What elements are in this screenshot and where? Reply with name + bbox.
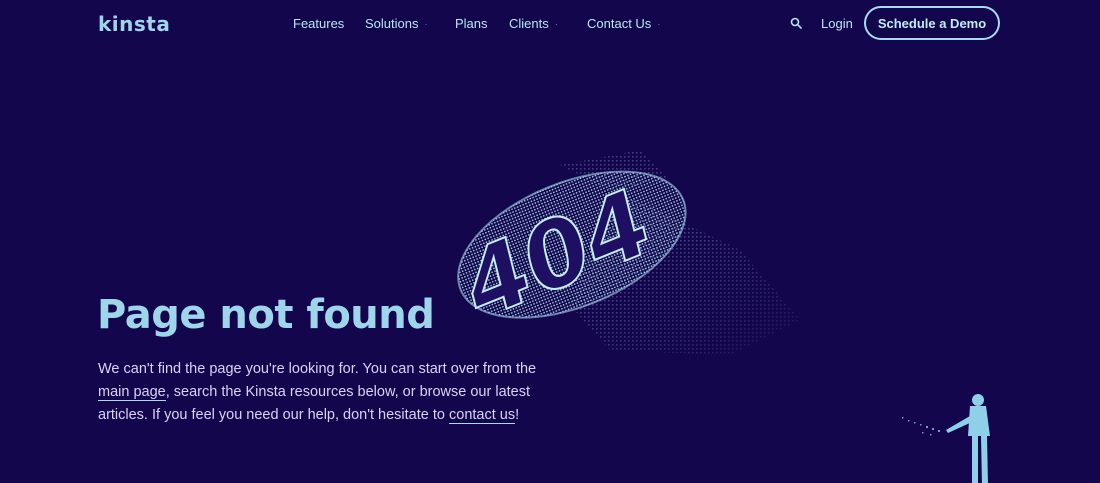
page: kinsta Features Solutions · Plans Clients… [0,0,1100,483]
schedule-demo-button[interactable]: Schedule a Demo [864,6,1000,40]
nav-item-features[interactable]: Features [293,16,344,31]
contact-us-link[interactable]: contact us [449,407,516,424]
nav-item-label: Features [293,16,345,31]
page-title: Page not found [97,292,435,338]
nav-item-label: Plans [455,16,488,31]
nav-item-clients[interactable]: Clients · [509,16,558,31]
nav-item-plans[interactable]: Plans [455,16,488,31]
404-illustration: 404 [453,150,800,355]
description-text: We can't find the page you're looking fo… [98,361,537,377]
search-icon[interactable] [790,17,802,29]
login-link[interactable]: Login [821,16,853,31]
nav-item-solutions[interactable]: Solutions · [365,16,427,31]
chevron-down-icon: · [657,19,661,29]
nav-item-label: Solutions [365,16,419,31]
chevron-down-icon: · [424,19,428,29]
person-with-flashlight-illustration [902,394,990,483]
error-description: We can't find the page you're looking fo… [98,358,538,427]
main-page-link[interactable]: main page [98,384,166,401]
nav-item-label: Clients [509,16,549,31]
description-text: ! [515,407,520,423]
site-header: kinsta Features Solutions · Plans Clients… [0,0,1100,48]
nav-item-contact-us[interactable]: Contact Us · [587,16,660,31]
nav-item-label: Contact Us [587,16,652,31]
chevron-down-icon: · [554,19,558,29]
schedule-demo-label: Schedule a Demo [877,15,987,31]
kinsta-logo[interactable]: kinsta [98,12,170,36]
